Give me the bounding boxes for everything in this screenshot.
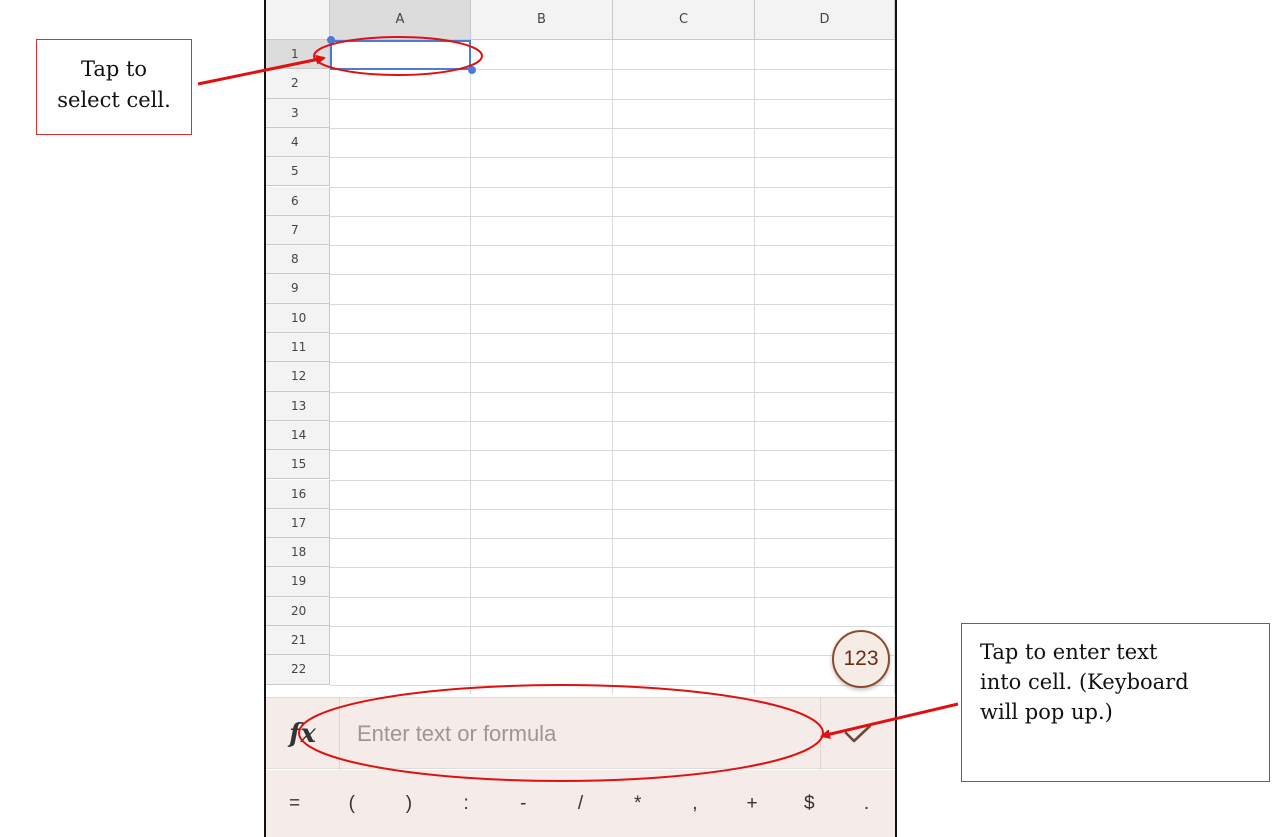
symbol-key[interactable]: = (266, 770, 323, 837)
row-header-16[interactable]: 16 (266, 479, 330, 509)
callout-select-cell: Tap to select cell. (36, 39, 192, 135)
symbol-key[interactable]: * (609, 770, 666, 837)
checkmark-icon (844, 724, 872, 743)
callout-line: Tap to enter text (980, 640, 1158, 664)
column-header-b[interactable]: B (471, 0, 613, 40)
row-header-11[interactable]: 11 (266, 333, 330, 363)
confirm-button[interactable] (820, 698, 895, 770)
symbol-key[interactable]: ) (380, 770, 437, 837)
callout-line: Tap to (80, 57, 148, 81)
symbol-key[interactable]: + (724, 770, 781, 837)
column-header-c[interactable]: C (613, 0, 755, 40)
callout-line: select cell. (57, 88, 171, 112)
row-header-1[interactable]: 1 (266, 40, 330, 70)
column-gridline (612, 40, 613, 694)
symbol-key[interactable]: ( (323, 770, 380, 837)
column-gridline (754, 40, 755, 694)
row-header-22[interactable]: 22 (266, 655, 330, 685)
number-keyboard-button[interactable]: 123 (832, 630, 890, 688)
symbol-key[interactable]: / (552, 770, 609, 837)
row-header-15[interactable]: 15 (266, 450, 330, 480)
symbol-key[interactable]: : (438, 770, 495, 837)
symbol-key[interactable]: $ (781, 770, 838, 837)
row-header-21[interactable]: 21 (266, 626, 330, 656)
function-icon[interactable]: fx (266, 698, 340, 770)
callout-line: into cell. (Keyboard (980, 670, 1189, 694)
row-header-14[interactable]: 14 (266, 420, 330, 451)
selected-cell-a1[interactable] (330, 40, 471, 70)
row-header-13[interactable]: 13 (266, 391, 330, 421)
selection-handle-top-left[interactable] (327, 36, 335, 44)
row-header-7[interactable]: 7 (266, 215, 330, 246)
selection-handle-bottom-right[interactable] (468, 66, 476, 74)
column-header-d[interactable]: D (755, 0, 895, 40)
formula-input[interactable] (342, 698, 820, 770)
row-header-5[interactable]: 5 (266, 157, 330, 187)
symbol-key[interactable]: , (666, 770, 723, 837)
callout-enter-text: Tap to enter text into cell. (Keyboard w… (961, 623, 1270, 782)
formula-bar: fx (266, 697, 895, 770)
row-header-9[interactable]: 9 (266, 274, 330, 304)
select-all-corner[interactable] (266, 0, 330, 40)
row-header-17[interactable]: 17 (266, 508, 330, 539)
column-header-a[interactable]: A (330, 0, 471, 40)
symbol-key[interactable]: - (495, 770, 552, 837)
row-header-8[interactable]: 8 (266, 245, 330, 275)
symbol-key[interactable]: . (838, 770, 895, 837)
row-header-20[interactable]: 20 (266, 596, 330, 626)
spreadsheet-grid: ABCD 1 2 3 4 5 6 7 8 9 10 11 12 13 14 15 16 17 18 19 20 21 22… (266, 0, 895, 694)
column-gridline (470, 40, 471, 694)
row-header-3[interactable]: 3 (266, 98, 330, 128)
symbol-bar: =(): - / *, + $. (266, 770, 895, 837)
row-header-6[interactable]: 6 (266, 186, 330, 216)
row-header-10[interactable]: 10 (266, 303, 330, 333)
row-header-18[interactable]: 18 (266, 538, 330, 568)
callout-line: will pop up.) (980, 700, 1113, 724)
row-header-2[interactable]: 2 (266, 69, 330, 99)
row-header-4[interactable]: 4 (266, 127, 330, 158)
row-header-19[interactable]: 19 (266, 567, 330, 597)
column-gridline (894, 40, 895, 694)
row-header-12[interactable]: 12 (266, 362, 330, 392)
spreadsheet-app: ABCD 1 2 3 4 5 6 7 8 9 10 11 12 13 14 15 16 17 18 19 20 21 22… (264, 0, 897, 837)
